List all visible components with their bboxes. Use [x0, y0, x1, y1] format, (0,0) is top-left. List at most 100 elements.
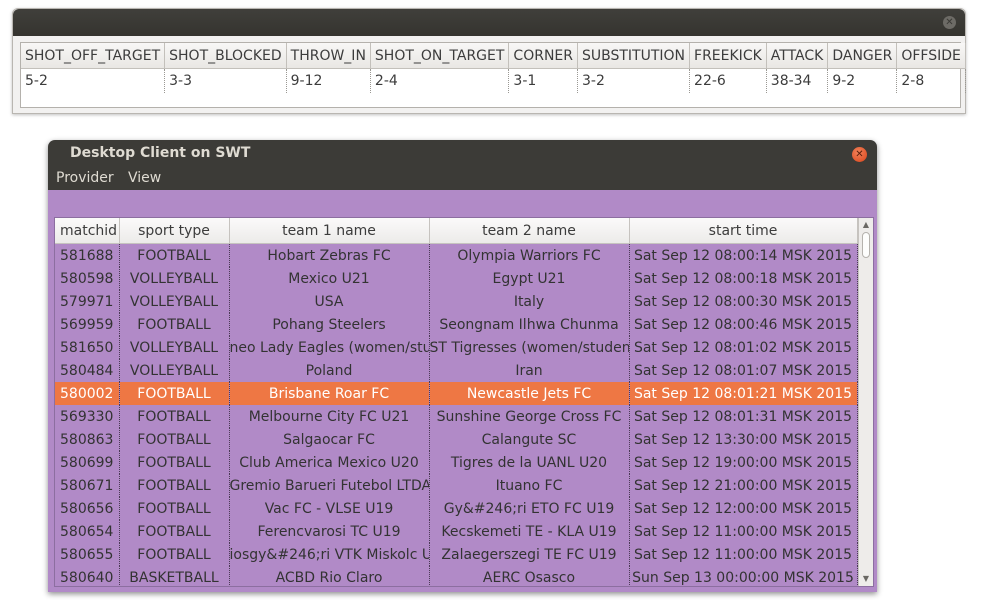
- cell-team-2-name: Egypt U21: [429, 267, 630, 290]
- stats-table: SHOT_OFF_TARGET SHOT_BLOCKED THROW_IN SHOT_…: [20, 42, 966, 108]
- cell-sport-type: VOLLEYBALL: [119, 290, 230, 313]
- cell-start-time: Sat Sep 12 08:00:46 MSK 2015: [629, 313, 858, 336]
- client-body: matchid sport type team 1 name team 2 na…: [48, 190, 877, 592]
- cell-sport-type: FOOTBALL: [119, 520, 230, 543]
- table-row[interactable]: 580640 BASKETBALL ACBD Rio Claro AERC Osasc…: [55, 566, 858, 586]
- cell-team-1-name: Salgaocar FC: [229, 428, 430, 451]
- stats-value-danger: 9-2: [827, 68, 898, 93]
- vertical-scrollbar[interactable]: ▲ ▼: [858, 218, 873, 586]
- cell-start-time: Sat Sep 12 12:00:00 MSK 2015: [629, 497, 858, 520]
- stats-header-substitution[interactable]: SUBSTITUTION: [577, 43, 691, 69]
- table-row[interactable]: 580654 FOOTBALL Ferencvarosi TC U19 Kecskem…: [55, 520, 858, 543]
- cell-team-1-name: USA: [229, 290, 430, 313]
- stats-header-shot-on-target[interactable]: SHOT_ON_TARGET: [370, 43, 510, 69]
- cell-start-time: Sat Sep 12 08:01:21 MSK 2015: [629, 382, 858, 405]
- stats-header-shot-off-target[interactable]: SHOT_OFF_TARGET: [21, 43, 166, 69]
- stats-header-throw-in[interactable]: THROW_IN: [286, 43, 371, 69]
- cell-matchid: 581650: [55, 336, 120, 359]
- cell-team-2-name: Ituano FC: [429, 474, 630, 497]
- cell-sport-type: FOOTBALL: [119, 243, 230, 267]
- scrollbar-thumb[interactable]: [862, 232, 870, 258]
- cell-team-2-name: Calangute SC: [429, 428, 630, 451]
- table-row[interactable]: 580671 FOOTBALL Gremio Barueri Futebol LTD…: [55, 474, 858, 497]
- stats-header-shot-blocked[interactable]: SHOT_BLOCKED: [164, 43, 287, 69]
- table-row[interactable]: 569330 FOOTBALL Melbourne City FC U21 Sunsh…: [55, 405, 858, 428]
- stats-value-shot-blocked: 3-3: [164, 68, 287, 93]
- table-row[interactable]: 580598 VOLLEYBALL Mexico U21 Egypt U21 Sat S…: [55, 267, 858, 290]
- stats-value-shot-on-target: 2-4: [370, 68, 510, 93]
- menu-view[interactable]: View: [128, 170, 161, 186]
- cell-start-time: Sat Sep 12 08:00:30 MSK 2015: [629, 290, 858, 313]
- table-row[interactable]: 581650 VOLLEYBALL neo Lady Eagles (women/s…: [55, 336, 858, 359]
- cell-team-1-name: Poland: [229, 359, 430, 382]
- column-header-matchid[interactable]: matchid: [55, 218, 120, 244]
- menu-provider[interactable]: Provider: [56, 170, 114, 186]
- stats-header-freekick[interactable]: FREEKICK: [689, 43, 767, 69]
- table-header-row: matchid sport type team 1 name team 2 na…: [55, 218, 858, 244]
- cell-team-2-name: Newcastle Jets FC: [429, 382, 630, 405]
- table-row[interactable]: 581688 FOOTBALL Hobart Zebras FC Olympia Wa…: [55, 243, 858, 267]
- cell-matchid: 580484: [55, 359, 120, 382]
- cell-team-2-name: Zalaegerszegi TE FC U19: [429, 543, 630, 566]
- cell-matchid: 580002: [55, 382, 120, 405]
- stats-value-row[interactable]: 5-2 3-3 9-12 2-4 3-1 3-2 22-6 38-34 9-2 2-8: [21, 68, 966, 93]
- cell-team-2-name: Sunshine George Cross FC: [429, 405, 630, 428]
- table-row[interactable]: 569959 FOOTBALL Pohang Steelers Seongnam Il…: [55, 313, 858, 336]
- client-titlebar: Desktop Client on SWT ✕: [48, 140, 877, 168]
- cell-matchid: 580598: [55, 267, 120, 290]
- stats-header-corner[interactable]: CORNER: [508, 43, 578, 69]
- table-body: 581688 FOOTBALL Hobart Zebras FC Olympia Wa…: [55, 243, 858, 586]
- cell-team-2-name: Kecskemeti TE - KLA U19: [429, 520, 630, 543]
- cell-team-2-name: Tigres de la UANL U20: [429, 451, 630, 474]
- table-row[interactable]: 580656 FOOTBALL Vac FC - VLSE U19 Gy&#246;r…: [55, 497, 858, 520]
- window-title: Desktop Client on SWT: [70, 145, 251, 161]
- close-icon[interactable]: ✕: [943, 16, 956, 29]
- column-header-team-2-name[interactable]: team 2 name: [429, 218, 630, 244]
- cell-start-time: Sun Sep 13 00:00:00 MSK 2015: [629, 566, 858, 586]
- cell-matchid: 569330: [55, 405, 120, 428]
- table-row[interactable]: 580863 FOOTBALL Salgaocar FC Calangute SC Sa…: [55, 428, 858, 451]
- scroll-up-arrow-icon[interactable]: ▲: [859, 218, 873, 232]
- cell-sport-type: FOOTBALL: [119, 474, 230, 497]
- cell-matchid: 581688: [55, 243, 120, 267]
- stats-value-corner: 3-1: [508, 68, 578, 93]
- cell-team-1-name: Pohang Steelers: [229, 313, 430, 336]
- stats-value-substitution: 3-2: [577, 68, 691, 93]
- cell-team-2-name: AERC Osasco: [429, 566, 630, 586]
- table-row[interactable]: 579971 VOLLEYBALL USA Italy Sat Sep 12 08:00…: [55, 290, 858, 313]
- cell-team-1-name: Club America Mexico U20: [229, 451, 430, 474]
- cell-sport-type: BASKETBALL: [119, 566, 230, 586]
- cell-start-time: Sat Sep 12 19:00:00 MSK 2015: [629, 451, 858, 474]
- cell-team-1-name: Gremio Barueri Futebol LTDA: [229, 474, 430, 497]
- column-header-team-1-name[interactable]: team 1 name: [229, 218, 430, 244]
- stats-header-offside[interactable]: OFFSIDE: [896, 43, 966, 69]
- close-icon[interactable]: ✕: [852, 147, 867, 162]
- stats-value-throw-in: 9-12: [286, 68, 371, 93]
- cell-sport-type: FOOTBALL: [119, 405, 230, 428]
- cell-matchid: 580863: [55, 428, 120, 451]
- cell-start-time: Sat Sep 12 11:00:00 MSK 2015: [629, 543, 858, 566]
- stats-header-danger[interactable]: DANGER: [827, 43, 898, 69]
- table-row[interactable]: 580002 FOOTBALL Brisbane Roar FC Newcastle …: [55, 382, 858, 405]
- scroll-down-arrow-icon[interactable]: ▼: [859, 572, 873, 586]
- table-row[interactable]: 580655 FOOTBALL iosgy&#246;ri VTK Miskolc …: [55, 543, 858, 566]
- cell-matchid: 580640: [55, 566, 120, 586]
- cell-sport-type: VOLLEYBALL: [119, 267, 230, 290]
- menubar: Provider View: [48, 168, 877, 190]
- column-header-start-time[interactable]: start time: [629, 218, 858, 244]
- cell-team-2-name: Gy&#246;ri ETO FC U19: [429, 497, 630, 520]
- desktop-client-window: Desktop Client on SWT ✕ Provider View ma…: [48, 140, 877, 592]
- stats-value-attack: 38-34: [766, 68, 829, 93]
- cell-team-1-name: Melbourne City FC U21: [229, 405, 430, 428]
- cell-team-1-name: iosgy&#246;ri VTK Miskolc U1: [229, 543, 430, 566]
- cell-sport-type: FOOTBALL: [119, 451, 230, 474]
- cell-sport-type: FOOTBALL: [119, 497, 230, 520]
- stats-header-attack[interactable]: ATTACK: [766, 43, 829, 69]
- table-row[interactable]: 580699 FOOTBALL Club America Mexico U20 Tig…: [55, 451, 858, 474]
- cell-sport-type: VOLLEYBALL: [119, 336, 230, 359]
- cell-matchid: 579971: [55, 290, 120, 313]
- table-row[interactable]: 580484 VOLLEYBALL Poland Iran Sat Sep 12 08:…: [55, 359, 858, 382]
- column-header-sport-type[interactable]: sport type: [119, 218, 230, 244]
- stats-value-freekick: 22-6: [689, 68, 767, 93]
- matches-table: matchid sport type team 1 name team 2 na…: [54, 217, 874, 587]
